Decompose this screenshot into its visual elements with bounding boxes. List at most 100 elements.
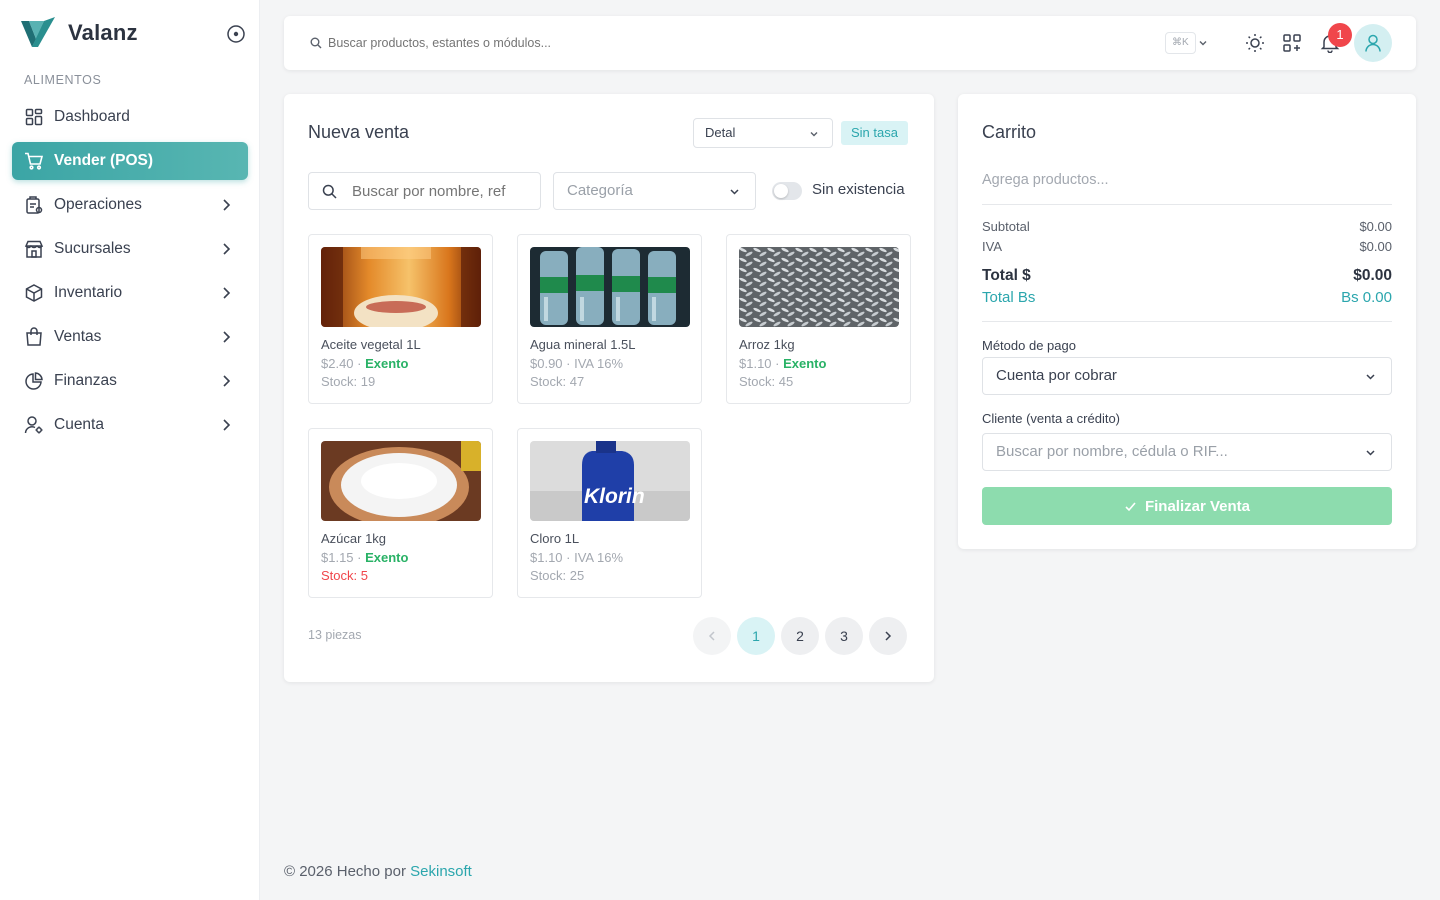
product-name: Azúcar 1kg bbox=[321, 531, 387, 546]
next-page-button[interactable] bbox=[869, 617, 907, 655]
prev-page-button[interactable] bbox=[693, 617, 731, 655]
subtotal-label: Subtotal bbox=[982, 219, 1030, 234]
product-card[interactable]: Agua mineral 1.5L $0.90 · IVA 16% Stock:… bbox=[517, 234, 702, 404]
subtotal-row: Subtotal $0.00 bbox=[982, 219, 1392, 234]
theme-toggle-icon[interactable] bbox=[1244, 32, 1266, 54]
product-card[interactable]: Aceite vegetal 1L $2.40 · Exento Stock: … bbox=[308, 234, 493, 404]
chevron-down-icon bbox=[730, 189, 739, 195]
brand[interactable]: Valanz bbox=[20, 17, 138, 49]
product-stock: Stock: 19 bbox=[321, 374, 376, 389]
sidebar-item-label: Operaciones bbox=[54, 196, 142, 213]
finish-sale-button[interactable]: Finalizar Venta bbox=[982, 487, 1392, 525]
sidebar-item-inventario[interactable]: Inventario bbox=[12, 274, 248, 312]
sale-title: Nueva venta bbox=[308, 122, 410, 142]
search-icon bbox=[322, 184, 337, 199]
footer-link[interactable]: Sekinsoft bbox=[410, 863, 472, 880]
product-image-label: Klorin bbox=[584, 485, 645, 508]
divider bbox=[982, 321, 1392, 322]
total-bs-row: Total Bs Bs 0.00 bbox=[982, 289, 1392, 306]
chevron-right-icon bbox=[223, 375, 231, 387]
product-name: Agua mineral 1.5L bbox=[530, 337, 636, 352]
product-card[interactable]: Arroz 1kg $1.10 · Exento Stock: 45 bbox=[726, 234, 911, 404]
product-image bbox=[739, 247, 899, 327]
sidebar-item-label: Dashboard bbox=[54, 108, 130, 125]
product-name: Arroz 1kg bbox=[739, 337, 795, 352]
sidebar-item-finanzas[interactable]: Finanzas bbox=[12, 362, 248, 400]
search-shortcut: ⌘K bbox=[1165, 32, 1196, 54]
chevron-right-icon bbox=[223, 419, 231, 431]
cart-icon bbox=[24, 151, 44, 171]
sidebar-item-label: Sucursales bbox=[54, 240, 131, 257]
product-stock: Stock: 47 bbox=[530, 374, 585, 389]
box-icon bbox=[24, 283, 44, 303]
section-label: ALIMENTOS bbox=[24, 73, 102, 87]
product-stock: Stock: 25 bbox=[530, 568, 585, 583]
total-row: Total $ $0.00 bbox=[982, 267, 1392, 285]
sidebar-item-label: Inventario bbox=[54, 284, 123, 301]
brand-name: Valanz bbox=[68, 20, 138, 45]
rate-status-badge: Sin tasa bbox=[841, 121, 908, 145]
sidebar-item-operaciones[interactable]: Operaciones bbox=[12, 186, 248, 224]
product-image: Klorin bbox=[530, 441, 690, 521]
bag-icon bbox=[24, 327, 44, 347]
category-placeholder: Categoría bbox=[567, 182, 633, 199]
product-price: $1.15 · Exento bbox=[321, 550, 409, 565]
price-mode-select[interactable]: Detal bbox=[693, 118, 833, 148]
sidebar: Valanz ALIMENTOS Dashboard Vender (POS) … bbox=[0, 0, 260, 900]
subtotal-value: $0.00 bbox=[1359, 219, 1392, 234]
product-image bbox=[321, 247, 481, 327]
client-label: Cliente (venta a crédito) bbox=[982, 411, 1121, 426]
category-select[interactable]: Categoría bbox=[553, 172, 756, 210]
operations-icon bbox=[24, 195, 44, 215]
brand-logo-icon bbox=[21, 17, 55, 47]
apps-grid-icon[interactable] bbox=[1282, 33, 1302, 53]
price-value: $1.15 bbox=[321, 550, 354, 565]
topbar: ⌘K 1 bbox=[284, 16, 1416, 70]
iva-value: $0.00 bbox=[1359, 239, 1392, 254]
price-value: $0.90 bbox=[530, 356, 563, 371]
payment-method-select[interactable]: Cuenta por cobrar bbox=[982, 357, 1392, 395]
product-card[interactable]: Azúcar 1kg $1.15 · Exento Stock: 5 bbox=[308, 428, 493, 598]
chevron-right-icon bbox=[223, 287, 231, 299]
avatar[interactable] bbox=[1354, 24, 1392, 62]
chevron-right-icon bbox=[885, 631, 892, 641]
chevron-down-icon[interactable] bbox=[1197, 37, 1209, 49]
dashboard-icon bbox=[24, 107, 44, 127]
page-button[interactable]: 3 bbox=[825, 617, 863, 655]
cart-title: Carrito bbox=[982, 122, 1037, 142]
sidebar-item-cuenta[interactable]: Cuenta bbox=[12, 406, 248, 444]
product-card[interactable]: Klorin Cloro 1L $1.10 · IVA 16% Stock: 2… bbox=[517, 428, 702, 598]
global-search-input[interactable] bbox=[328, 32, 828, 54]
sidebar-toggle-icon[interactable] bbox=[226, 24, 246, 44]
chevron-down-icon bbox=[1366, 450, 1375, 456]
price-value: $2.40 bbox=[321, 356, 354, 371]
sidebar-item-label: Finanzas bbox=[54, 372, 117, 389]
footer: © 2026 Hecho por Sekinsoft bbox=[284, 863, 472, 880]
store-icon bbox=[24, 239, 44, 259]
product-stock: Stock: 5 bbox=[321, 568, 368, 583]
sidebar-item-sucursales[interactable]: Sucursales bbox=[12, 230, 248, 268]
page-button[interactable]: 2 bbox=[781, 617, 819, 655]
chevron-down-icon bbox=[1366, 374, 1375, 380]
new-sale-card: Nueva venta Detal Sin tasa Categoría Sin… bbox=[284, 94, 934, 682]
pagination: 1 2 3 bbox=[693, 617, 907, 655]
product-image bbox=[530, 247, 690, 327]
pieces-count: 13 piezas bbox=[308, 628, 362, 642]
client-select[interactable]: Buscar por nombre, cédula o RIF... bbox=[982, 433, 1392, 471]
chevron-down-icon bbox=[810, 132, 818, 137]
product-search[interactable] bbox=[308, 172, 541, 210]
sidebar-item-dashboard[interactable]: Dashboard bbox=[12, 98, 248, 136]
product-search-input[interactable] bbox=[352, 181, 532, 201]
page-button[interactable]: 1 bbox=[737, 617, 775, 655]
iva-label: IVA bbox=[982, 239, 1002, 254]
product-price: $1.10 · IVA 16% bbox=[530, 550, 624, 565]
cart-empty-message: Agrega productos... bbox=[982, 172, 1109, 188]
total-bs-value: Bs 0.00 bbox=[1341, 289, 1392, 306]
footer-text: © 2026 Hecho por bbox=[284, 863, 406, 880]
sidebar-item-pos[interactable]: Vender (POS) bbox=[12, 142, 248, 180]
chevron-right-icon bbox=[223, 199, 231, 211]
sidebar-item-ventas[interactable]: Ventas bbox=[12, 318, 248, 356]
out-of-stock-toggle[interactable] bbox=[772, 182, 802, 200]
divider bbox=[982, 204, 1392, 205]
sidebar-item-label: Cuenta bbox=[54, 416, 104, 433]
